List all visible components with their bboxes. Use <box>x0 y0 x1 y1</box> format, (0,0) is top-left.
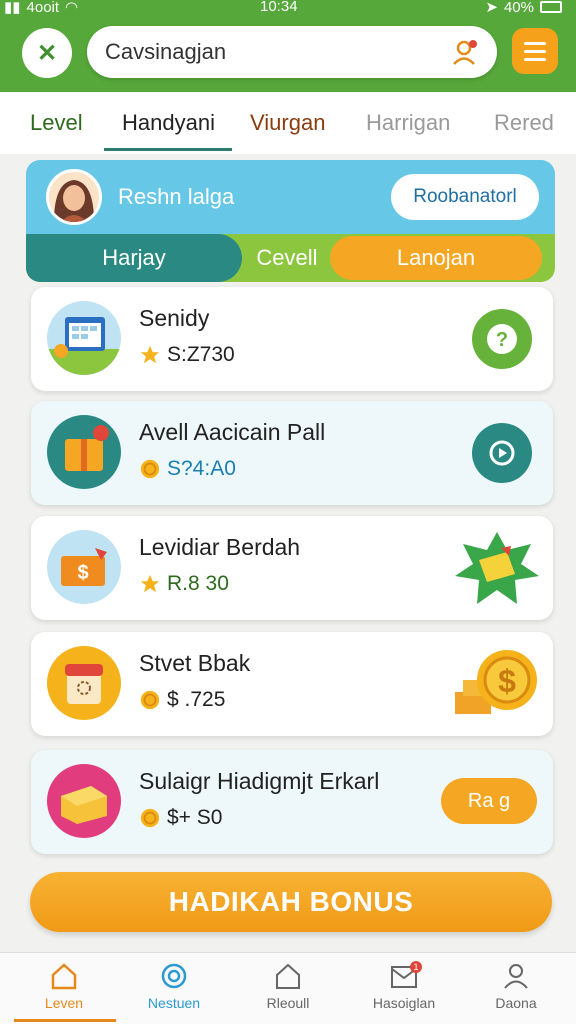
reward-card[interactable]: Stvet Bbak $ .725 $ <box>31 632 553 736</box>
active-tab-indicator <box>104 148 232 151</box>
reward-title: Senidy <box>139 305 210 331</box>
nav-item-daona[interactable]: Daona <box>466 961 566 1011</box>
signal-icon: ▮▮ <box>4 0 21 16</box>
coin-icon <box>140 459 160 479</box>
reward-card[interactable]: Avell Aacicain Pall S?4:A0 <box>31 401 553 505</box>
menu-icon <box>524 41 546 45</box>
search-input[interactable] <box>105 38 435 66</box>
nav-label: Leven <box>44 995 84 1011</box>
coin-icon <box>140 808 160 828</box>
nav-label: Nestuen <box>147 995 201 1011</box>
profile-action-button[interactable]: Roobanatorl <box>391 174 539 220</box>
cheese-thumb-icon <box>47 764 121 838</box>
profile-segments: Harjay Cevell Lanojan <box>26 234 555 282</box>
nav-item-hasoiglan[interactable]: 1 Hasoiglan <box>354 961 454 1011</box>
svg-text:?: ? <box>496 329 508 351</box>
home-icon <box>51 963 77 990</box>
tab-handyani[interactable]: Handyani <box>122 110 215 136</box>
question-icon: ? <box>487 324 517 354</box>
segment-lanojan[interactable]: Lanojan <box>330 236 542 280</box>
reward-card[interactable]: $ Levidiar Berdah R.8 30 <box>31 516 553 620</box>
star-icon <box>140 574 160 593</box>
nav-item-leven[interactable]: Leven <box>14 961 114 1011</box>
refresh-button[interactable] <box>472 423 532 483</box>
tab-rered[interactable]: Rered <box>494 110 554 136</box>
reward-value: $ .725 <box>167 688 226 711</box>
user-alert-icon[interactable] <box>451 38 479 66</box>
carrier-label: 4ooit <box>26 0 60 16</box>
tab-level[interactable]: Level <box>30 110 83 136</box>
cheese-burst-icon[interactable] <box>455 530 539 606</box>
profile-name: Reshn lalga <box>118 184 235 209</box>
clock: 10:34 <box>260 0 298 15</box>
svg-text:$: $ <box>498 663 516 699</box>
gold-coin-icon[interactable]: $ <box>453 644 539 724</box>
profile-card: Reshn lalga Roobanatorl Harjay Cevell La… <box>26 160 555 282</box>
user-icon <box>504 964 528 989</box>
status-bar: ▮▮ 4ooit ◠ 10:34 ➤ 40% <box>0 0 576 18</box>
reward-card[interactable]: Sulaigr Hiadigmjt Erkarl $+ S0 Ra g <box>31 750 553 854</box>
search-bar[interactable] <box>87 26 497 78</box>
location-icon: ➤ <box>485 0 498 16</box>
nav-item-rleoull[interactable]: Rleoull <box>238 961 338 1011</box>
mail-icon: 1 <box>391 961 422 988</box>
svg-text:$: $ <box>77 562 88 584</box>
battery-percent: 40% <box>503 0 534 16</box>
reward-value: $+ S0 <box>167 806 223 829</box>
target-icon <box>161 963 187 989</box>
logo-icon: ✕ <box>36 39 58 67</box>
house-icon <box>276 963 300 989</box>
notification-badge: 1 <box>413 962 418 972</box>
reward-value: R.8 30 <box>167 572 229 595</box>
coin-icon <box>140 690 160 710</box>
refresh-icon <box>489 440 515 466</box>
nav-label: Hasoiglan <box>372 995 436 1011</box>
star-icon <box>140 345 160 364</box>
active-nav-indicator <box>14 1019 116 1022</box>
money-box-thumb-icon: $ <box>47 530 121 604</box>
reward-title: Sulaigr Hiadigmjt Erkarl <box>139 768 380 794</box>
nav-label: Daona <box>495 995 537 1011</box>
segment-harjay[interactable]: Harjay <box>26 234 242 282</box>
app-logo-button[interactable]: ✕ <box>22 28 72 78</box>
tab-bar: Level Handyani Viurgan Harrigan Rered <box>0 92 576 154</box>
avatar-image <box>49 172 99 222</box>
wifi-icon: ◠ <box>65 0 79 16</box>
bottom-navigation: Leven Nestuen Rleoull 1 Hasoiglan Daona <box>0 952 576 1024</box>
reward-title: Avell Aacicain Pall <box>139 419 326 445</box>
bonus-button[interactable]: HADIKAH BONUS <box>30 872 552 932</box>
reward-title: Stvet Bbak <box>139 650 251 676</box>
segment-cevell[interactable]: Cevell <box>244 234 330 282</box>
app-header: ▮▮ 4ooit ◠ 10:34 ➤ 40% ✕ <box>0 0 576 92</box>
tab-harrigan[interactable]: Harrigan <box>366 110 450 136</box>
reward-value: S:Z730 <box>167 343 235 366</box>
nav-item-nestuen[interactable]: Nestuen <box>124 961 224 1011</box>
help-button[interactable]: ? <box>472 309 532 369</box>
reward-title: Levidiar Berdah <box>139 534 301 560</box>
tab-viurgan[interactable]: Viurgan <box>250 110 325 136</box>
redeem-button[interactable]: Ra g <box>441 778 537 824</box>
box-thumb-icon <box>47 646 121 720</box>
calendar-thumb-icon <box>47 301 121 375</box>
reward-value: S?4:A0 <box>167 457 236 480</box>
gift-thumb-icon <box>47 415 121 489</box>
menu-button[interactable] <box>512 28 558 74</box>
reward-card[interactable]: Senidy S:Z730 ? <box>31 287 553 391</box>
battery-icon <box>540 1 562 13</box>
nav-label: Rleoull <box>266 995 310 1011</box>
avatar[interactable] <box>46 169 102 225</box>
